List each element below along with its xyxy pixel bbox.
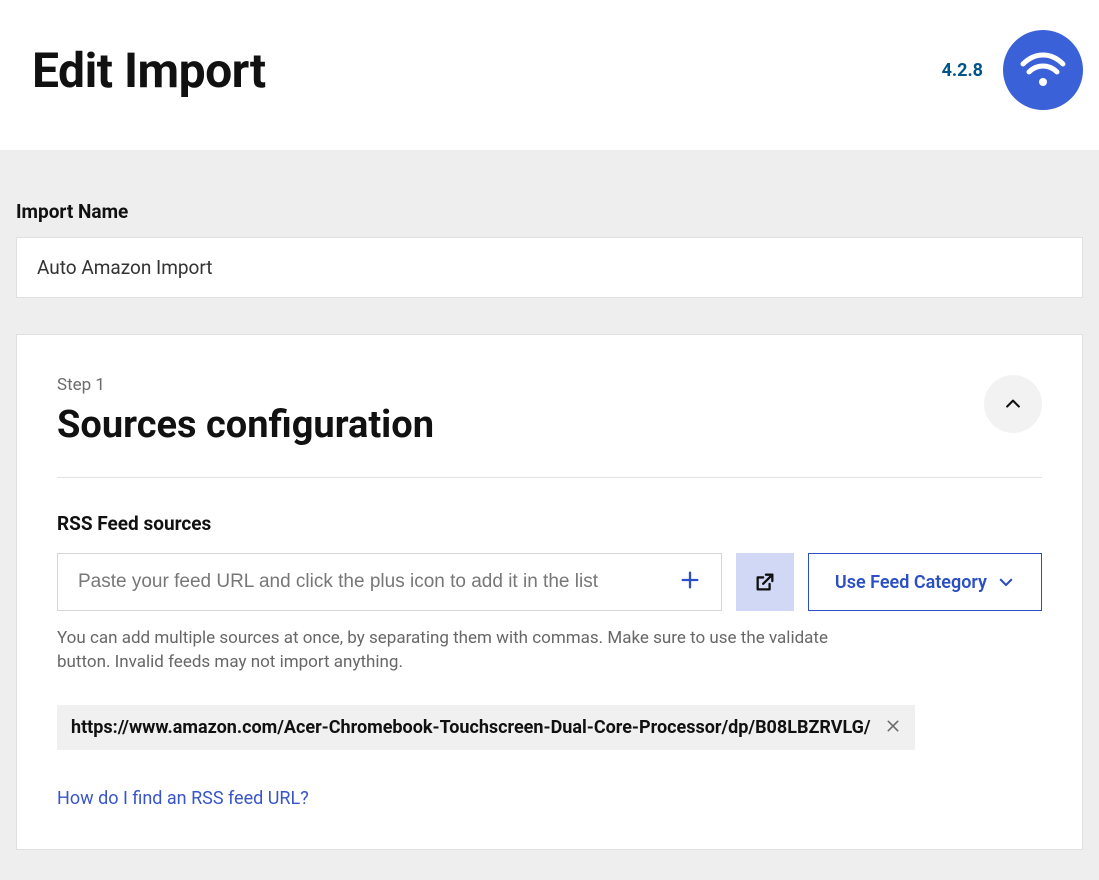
close-icon: [885, 718, 901, 734]
wifi-icon: [1003, 30, 1083, 110]
feed-item-url: https://www.amazon.com/Acer-Chromebook-T…: [71, 717, 871, 738]
use-feed-category-button[interactable]: Use Feed Category: [808, 553, 1042, 611]
plus-icon: [679, 569, 701, 591]
page-header: Edit Import 4.2.8: [0, 0, 1099, 150]
feed-input-wrapper: [57, 553, 722, 611]
divider: [57, 477, 1042, 478]
chevron-down-icon: [997, 573, 1015, 591]
import-name-input[interactable]: Auto Amazon Import: [16, 237, 1083, 298]
feed-url-input[interactable]: [78, 571, 675, 593]
chevron-up-icon: [1003, 394, 1023, 414]
page-title: Edit Import: [32, 42, 266, 99]
validate-button[interactable]: [736, 553, 794, 611]
version-label: 4.2.8: [942, 60, 983, 81]
rss-sources-label: RSS Feed sources: [57, 512, 1042, 535]
content-area: Import Name Auto Amazon Import Step 1 So…: [0, 150, 1099, 880]
category-button-label: Use Feed Category: [835, 572, 987, 593]
import-name-label: Import Name: [16, 200, 1083, 223]
help-text: You can add multiple sources at once, by…: [57, 627, 837, 675]
external-link-icon: [754, 571, 776, 593]
remove-feed-button[interactable]: [885, 717, 901, 737]
feed-item: https://www.amazon.com/Acer-Chromebook-T…: [57, 705, 915, 750]
panel-title: Sources configuration: [57, 403, 434, 447]
collapse-button[interactable]: [984, 375, 1042, 433]
help-link[interactable]: How do I find an RSS feed URL?: [57, 788, 309, 809]
sources-panel: Step 1 Sources configuration RSS Feed so…: [16, 334, 1083, 850]
step-label: Step 1: [57, 375, 434, 395]
add-feed-button[interactable]: [675, 568, 705, 596]
